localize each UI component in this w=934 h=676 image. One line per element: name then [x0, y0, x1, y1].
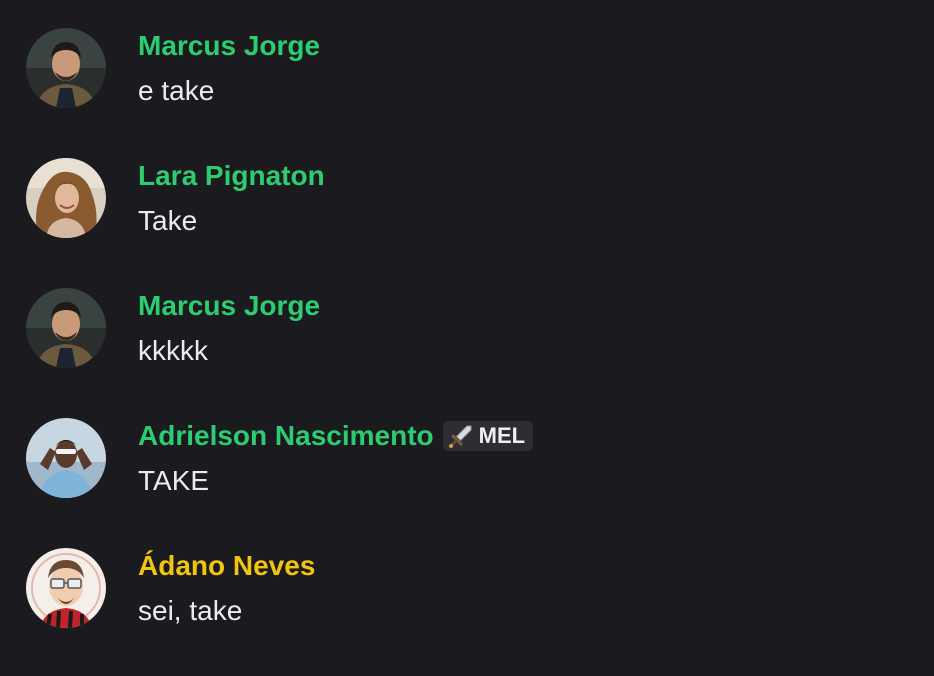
- username[interactable]: Marcus Jorge: [138, 28, 320, 64]
- man-sky-background-avatar-icon: [26, 418, 106, 498]
- message-header: Ádano Neves: [138, 548, 315, 584]
- man-dark-hair-avatar-icon: [26, 288, 106, 368]
- message-item: Ádano Neves sei, take: [0, 548, 934, 648]
- message-text: sei, take: [138, 595, 243, 626]
- message-text: kkkkk: [138, 335, 208, 366]
- guild-tag[interactable]: MEL: [442, 421, 534, 451]
- message-item: Marcus Jorge kkkkk: [0, 288, 934, 388]
- message-header: Marcus Jorge: [138, 28, 320, 64]
- message-text: TAKE: [138, 465, 210, 496]
- username[interactable]: Adrielson Nascimento: [138, 418, 434, 454]
- message-header: Marcus Jorge: [138, 288, 320, 324]
- message-header: Adrielson Nascimento MEL: [138, 418, 534, 454]
- message-item: Marcus Jorge e take: [0, 28, 934, 128]
- avatar[interactable]: [26, 158, 106, 238]
- chat-message-list: Marcus Jorge e take Lara Pignaton Take M…: [0, 0, 934, 676]
- username[interactable]: Ádano Neves: [138, 548, 315, 584]
- avatar[interactable]: [26, 28, 106, 108]
- woman-curly-hair-avatar-icon: [26, 158, 106, 238]
- message-header: Lara Pignaton: [138, 158, 325, 194]
- avatar[interactable]: [26, 288, 106, 368]
- guild-tag-label: MEL: [478, 423, 526, 448]
- message-item: Adrielson Nascimento MEL TAKE: [0, 418, 934, 518]
- message-item: Lara Pignaton Take: [0, 158, 934, 258]
- message-text: Take: [138, 205, 198, 236]
- man-dark-hair-avatar-icon: [26, 28, 106, 108]
- username[interactable]: Lara Pignaton: [138, 158, 325, 194]
- message-text: e take: [138, 75, 215, 106]
- username[interactable]: Marcus Jorge: [138, 288, 320, 324]
- sword-icon: [448, 425, 472, 448]
- avatar[interactable]: [26, 418, 106, 498]
- avatar[interactable]: [26, 548, 106, 628]
- cartoon-man-glasses-avatar-icon: [26, 548, 106, 628]
